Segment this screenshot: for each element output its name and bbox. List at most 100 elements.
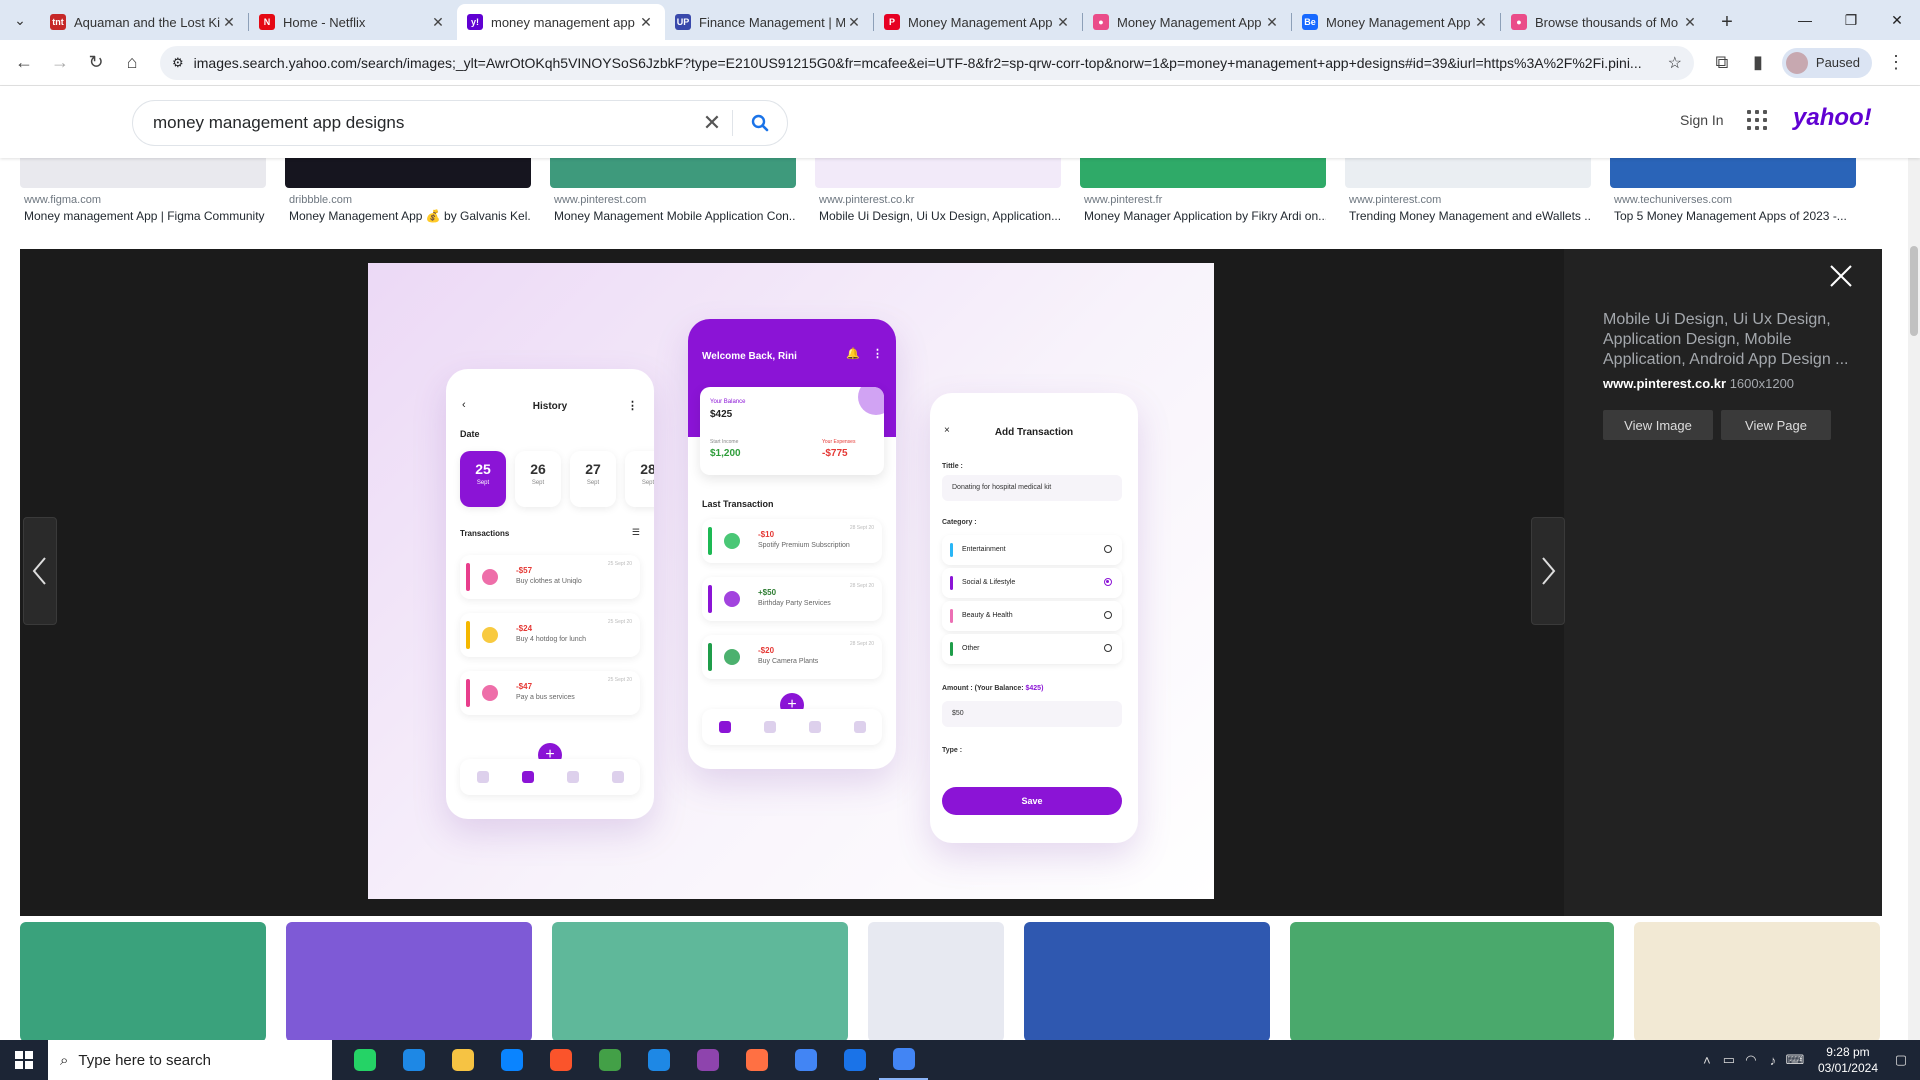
notification-icon[interactable]: ▢	[1890, 1052, 1912, 1068]
tab-close-icon[interactable]: ✕	[429, 14, 447, 31]
result-thumbnail[interactable]	[1345, 158, 1591, 188]
tab-close-icon[interactable]: ✕	[1681, 14, 1699, 31]
result-thumbnail[interactable]	[20, 158, 266, 188]
tab-close-icon[interactable]: ✕	[1054, 14, 1072, 31]
profile-button[interactable]: Paused	[1781, 47, 1872, 78]
taskbar-app-icon[interactable]	[487, 1040, 536, 1080]
taskbar-app-icon[interactable]	[389, 1040, 438, 1080]
extensions-icon[interactable]: ⧉	[1704, 45, 1740, 81]
side-panel-icon[interactable]: ▮	[1740, 45, 1776, 81]
result-card[interactable]: dribbble.com Money Management App 💰 by Ga…	[285, 158, 531, 230]
result-thumbnail[interactable]	[285, 158, 531, 188]
taskbar-app-icon[interactable]	[879, 1040, 928, 1080]
clear-search-icon[interactable]: ✕	[692, 110, 732, 136]
chevron-up-icon[interactable]: ˄	[1696, 1053, 1718, 1068]
taskbar-app-icon[interactable]	[340, 1040, 389, 1080]
browser-tab[interactable]: ● Browse thousands of Mo ✕	[1501, 4, 1709, 40]
clock[interactable]: 9:28 pm 03/01/2024	[1818, 1044, 1878, 1076]
tab-list: tnt Aquaman and the Lost Ki ✕ N Home - Netfl…	[40, 4, 1709, 40]
result-caption[interactable]: Money management App | Figma Community	[20, 209, 266, 223]
tab-close-icon[interactable]: ✕	[845, 14, 863, 31]
browser-tab[interactable]: P Money Management App ✕	[874, 4, 1082, 40]
result-caption[interactable]: Money Management Mobile Application Con.…	[550, 209, 796, 223]
browser-tab[interactable]: Be Money Management App ✕	[1292, 4, 1500, 40]
minimize-button[interactable]: —	[1782, 0, 1828, 40]
previous-image-button[interactable]	[23, 517, 57, 625]
menu-icon[interactable]: ⋮	[1878, 45, 1914, 81]
view-page-button[interactable]: View Page	[1721, 410, 1831, 440]
result-thumbnail[interactable]	[815, 158, 1061, 188]
tab-search-button[interactable]: ⌄	[0, 0, 40, 40]
browser-tab[interactable]: UP Finance Management | M ✕	[665, 4, 873, 40]
close-viewer-button[interactable]	[1826, 261, 1856, 291]
taskbar-app-icon[interactable]	[732, 1040, 781, 1080]
sign-in-link[interactable]: Sign In	[1680, 112, 1724, 128]
yahoo-logo[interactable]: yahoo!	[1793, 104, 1872, 132]
close-window-button[interactable]: ✕	[1874, 0, 1920, 40]
search-box[interactable]: money management app designs ✕	[132, 100, 788, 146]
result-thumbnail[interactable]	[1080, 158, 1326, 188]
result-card[interactable]: www.pinterest.com Money Management Mobile…	[550, 158, 796, 230]
result-thumbnail[interactable]	[1610, 158, 1856, 188]
more-icon: ⋮	[627, 400, 638, 412]
taskbar-app-icon[interactable]	[536, 1040, 585, 1080]
restore-button[interactable]: ❐	[1828, 0, 1874, 40]
window-controls: — ❐ ✕	[1782, 0, 1920, 40]
volume-icon[interactable]: ♪	[1762, 1053, 1784, 1068]
battery-icon[interactable]: ▭	[1718, 1052, 1740, 1068]
reload-button[interactable]: ↻	[78, 45, 114, 81]
result-thumbnail[interactable]	[20, 922, 266, 1040]
next-image-button[interactable]	[1531, 517, 1565, 625]
browser-tab[interactable]: tnt Aquaman and the Lost Ki ✕	[40, 4, 248, 40]
result-thumbnail[interactable]	[286, 922, 532, 1040]
result-caption[interactable]: Mobile Ui Design, Ui Ux Design, Applicat…	[815, 209, 1061, 223]
tab-close-icon[interactable]: ✕	[637, 14, 655, 31]
taskbar-app-icon[interactable]	[585, 1040, 634, 1080]
result-card[interactable]: www.techuniverses.com Top 5 Money Managem…	[1610, 158, 1856, 230]
result-card[interactable]: www.pinterest.co.kr Mobile Ui Design, Ui …	[815, 158, 1061, 230]
taskbar-app-icon[interactable]	[683, 1040, 732, 1080]
language-icon[interactable]: ⌨	[1784, 1052, 1806, 1068]
result-thumbnail[interactable]	[868, 922, 1004, 1040]
result-card[interactable]: www.pinterest.fr Money Manager Applicatio…	[1080, 158, 1326, 230]
result-thumbnail[interactable]	[552, 922, 848, 1040]
result-card[interactable]: www.pinterest.com Trending Money Manageme…	[1345, 158, 1591, 230]
result-thumbnail[interactable]	[1634, 922, 1880, 1040]
address-bar[interactable]: ⚙ images.search.yahoo.com/search/images;…	[160, 45, 1694, 80]
result-caption[interactable]: Top 5 Money Management Apps of 2023 -...	[1610, 209, 1856, 223]
home-button[interactable]: ⌂	[114, 45, 150, 81]
new-tab-button[interactable]: +	[1709, 4, 1745, 40]
search-input[interactable]: money management app designs	[153, 113, 692, 133]
bookmark-star-icon[interactable]: ☆	[1668, 53, 1682, 73]
result-caption[interactable]: Money Management App 💰 by Galvanis Kel..…	[285, 209, 531, 223]
scrollbar-thumb[interactable]	[1910, 246, 1918, 336]
taskbar-app-icon[interactable]	[830, 1040, 879, 1080]
taskbar-app-icon[interactable]	[438, 1040, 487, 1080]
result-card[interactable]: www.figma.com Money management App | Figm…	[20, 158, 266, 230]
site-info-icon[interactable]: ⚙	[172, 55, 184, 71]
tab-close-icon[interactable]: ✕	[1472, 14, 1490, 31]
browser-tab[interactable]: ● Money Management App ✕	[1083, 4, 1291, 40]
result-thumbnail[interactable]	[1290, 922, 1614, 1040]
taskbar-app-icon[interactable]	[634, 1040, 683, 1080]
forward-button[interactable]: →	[42, 45, 78, 81]
tab-close-icon[interactable]: ✕	[1263, 14, 1281, 31]
search-button[interactable]	[733, 114, 787, 132]
result-caption[interactable]: Trending Money Management and eWallets .…	[1345, 209, 1591, 223]
taskbar-app-icon[interactable]	[781, 1040, 830, 1080]
result-thumbnail[interactable]	[1024, 922, 1270, 1040]
tab-close-icon[interactable]: ✕	[220, 14, 238, 31]
browser-tab[interactable]: N Home - Netflix ✕	[249, 4, 457, 40]
view-image-button[interactable]: View Image	[1603, 410, 1713, 440]
start-button[interactable]	[0, 1040, 48, 1080]
preview-image[interactable]: ‹ History ⋮ Date 25 Sept 26 Sept 27 Sept 28 Sep…	[368, 263, 1214, 899]
result-thumbnail[interactable]	[550, 158, 796, 188]
taskbar-search[interactable]: ⌕ Type here to search	[48, 1040, 332, 1080]
image-source[interactable]: www.pinterest.co.kr	[1603, 376, 1726, 391]
result-caption[interactable]: Money Manager Application by Fikry Ardi …	[1080, 209, 1326, 223]
page-scrollbar[interactable]	[1908, 86, 1920, 1040]
browser-tab[interactable]: y! money management app ✕	[457, 4, 665, 40]
wifi-icon[interactable]: ◠	[1740, 1052, 1762, 1068]
back-button[interactable]: ←	[6, 45, 42, 81]
apps-grid-icon[interactable]	[1745, 108, 1769, 132]
